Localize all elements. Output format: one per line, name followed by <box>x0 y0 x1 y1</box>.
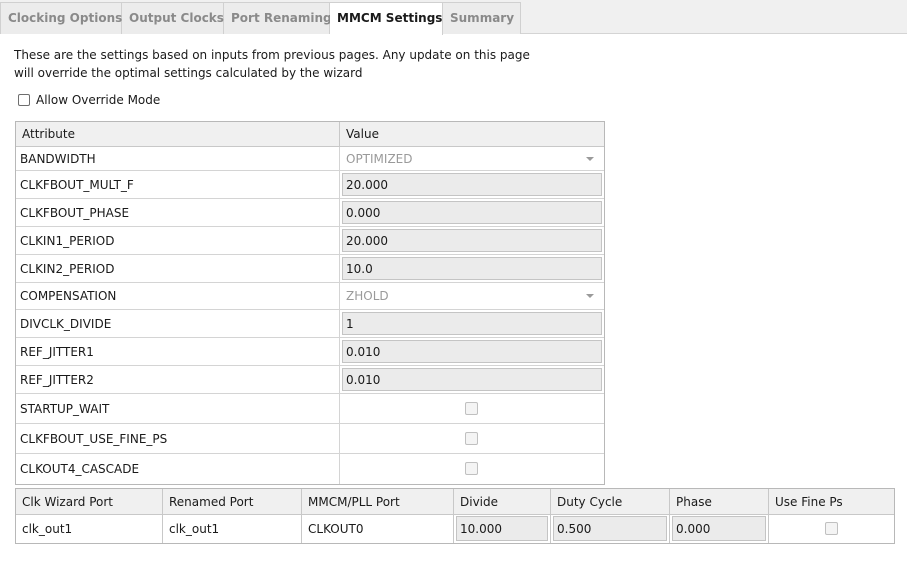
clkout4-cascade-checkbox[interactable] <box>465 462 478 475</box>
attr-name: DIVCLK_DIVIDE <box>20 316 112 331</box>
attr-name: REF_JITTER2 <box>20 372 94 387</box>
header-attribute: Attribute <box>22 127 75 141</box>
attr-row-startup-wait: STARTUP_WAIT <box>16 394 604 424</box>
ref-jitter1-input[interactable]: 0.010 <box>342 340 602 363</box>
attr-row-bandwidth: BANDWIDTH OPTIMIZED <box>16 147 604 171</box>
duty-cycle-input[interactable]: 0.500 <box>553 516 667 541</box>
attr-row-clkin1-period: CLKIN1_PERIOD 20.000 <box>16 227 604 255</box>
port-table: Clk Wizard Port Renamed Port MMCM/PLL Po… <box>15 488 895 544</box>
allow-override-mode[interactable]: Allow Override Mode <box>18 92 160 108</box>
attr-name: BANDWIDTH <box>20 151 96 166</box>
bandwidth-select[interactable]: OPTIMIZED <box>346 147 594 170</box>
tab-output-clocks[interactable]: Output Clocks <box>122 2 224 34</box>
clk-wizard-port-cell: clk_out1 <box>22 521 73 536</box>
header-duty-cycle: Duty Cycle <box>557 494 623 509</box>
startup-wait-checkbox[interactable] <box>465 401 478 415</box>
compensation-select[interactable]: ZHOLD <box>346 283 594 309</box>
header-clk-wizard-port: Clk Wizard Port <box>22 494 114 509</box>
attr-name: CLKFBOUT_USE_FINE_PS <box>20 431 168 446</box>
allow-override-checkbox[interactable] <box>18 94 30 106</box>
attribute-table: Attribute Value BANDWIDTH OPTIMIZED CLKF… <box>15 121 605 485</box>
divide-input[interactable]: 10.000 <box>456 516 548 541</box>
attr-name: COMPENSATION <box>20 289 117 303</box>
header-renamed-port: Renamed Port <box>169 494 254 509</box>
tab-bar: Clocking Options Output Clocks Port Rena… <box>0 0 907 35</box>
header-mmcm-pll-port: MMCM/PLL Port <box>308 494 400 509</box>
header-divide: Divide <box>460 494 499 509</box>
attr-row-clkfbout-phase: CLKFBOUT_PHASE 0.000 <box>16 199 604 227</box>
attr-name: CLKOUT4_CASCADE <box>20 462 140 476</box>
attr-row-ref-jitter1: REF_JITTER1 0.010 <box>16 338 604 366</box>
header-phase: Phase <box>676 494 712 509</box>
attr-name: CLKFBOUT_PHASE <box>20 205 130 220</box>
attr-row-compensation: COMPENSATION ZHOLD <box>16 283 604 310</box>
bandwidth-value: OPTIMIZED <box>346 151 413 166</box>
port-table-header: Clk Wizard Port Renamed Port MMCM/PLL Po… <box>16 489 894 515</box>
phase-input[interactable]: 0.000 <box>672 516 766 541</box>
tab-summary[interactable]: Summary <box>443 2 521 34</box>
attr-row-clkfbout-use-fine-ps: CLKFBOUT_USE_FINE_PS <box>16 424 604 454</box>
description-line-1: These are the settings based on inputs f… <box>14 48 530 62</box>
tab-mmcm-settings[interactable]: MMCM Settings <box>330 2 443 35</box>
mmcm-pll-port-cell: CLKOUT0 <box>308 521 364 536</box>
attr-name: STARTUP_WAIT <box>20 401 110 416</box>
divclk-divide-input[interactable]: 1 <box>342 312 602 335</box>
clkin2-period-input[interactable]: 10.0 <box>342 257 602 280</box>
clkfbout-use-fine-ps-checkbox[interactable] <box>465 431 478 445</box>
clkfbout-phase-input[interactable]: 0.000 <box>342 201 602 224</box>
attr-row-ref-jitter2: REF_JITTER2 0.010 <box>16 366 604 394</box>
header-value: Value <box>346 127 379 141</box>
compensation-value: ZHOLD <box>346 289 389 303</box>
attr-row-clkin2-period: CLKIN2_PERIOD 10.0 <box>16 255 604 283</box>
attr-name: CLKIN2_PERIOD <box>20 261 115 276</box>
page-description: These are the settings based on inputs f… <box>14 46 530 82</box>
attr-row-clkfbout-mult-f: CLKFBOUT_MULT_F 20.000 <box>16 171 604 199</box>
renamed-port-cell: clk_out1 <box>169 521 220 536</box>
attr-name: REF_JITTER1 <box>20 344 94 359</box>
use-fine-ps-checkbox[interactable] <box>824 521 838 535</box>
clkin1-period-input[interactable]: 20.000 <box>342 229 602 252</box>
attr-name: CLKIN1_PERIOD <box>20 233 115 248</box>
allow-override-label: Allow Override Mode <box>36 93 161 107</box>
tab-clocking-options[interactable]: Clocking Options <box>0 2 122 34</box>
ref-jitter2-input[interactable]: 0.010 <box>342 368 602 391</box>
table-row: clk_out1 clk_out1 CLKOUT0 10.000 0.500 0… <box>16 514 894 543</box>
clkfbout-mult-f-input[interactable]: 20.000 <box>342 173 602 196</box>
tab-port-renaming[interactable]: Port Renaming <box>224 2 332 34</box>
attribute-table-header: Attribute Value <box>16 122 604 147</box>
description-line-2: will override the optimal settings calcu… <box>14 66 363 80</box>
chevron-down-icon <box>586 294 594 298</box>
header-use-fine-ps: Use Fine Ps <box>775 494 843 509</box>
attr-row-clkout4-cascade: CLKOUT4_CASCADE <box>16 454 604 484</box>
attr-name: CLKFBOUT_MULT_F <box>20 177 134 192</box>
attr-row-divclk-divide: DIVCLK_DIVIDE 1 <box>16 310 604 338</box>
chevron-down-icon <box>586 156 594 161</box>
